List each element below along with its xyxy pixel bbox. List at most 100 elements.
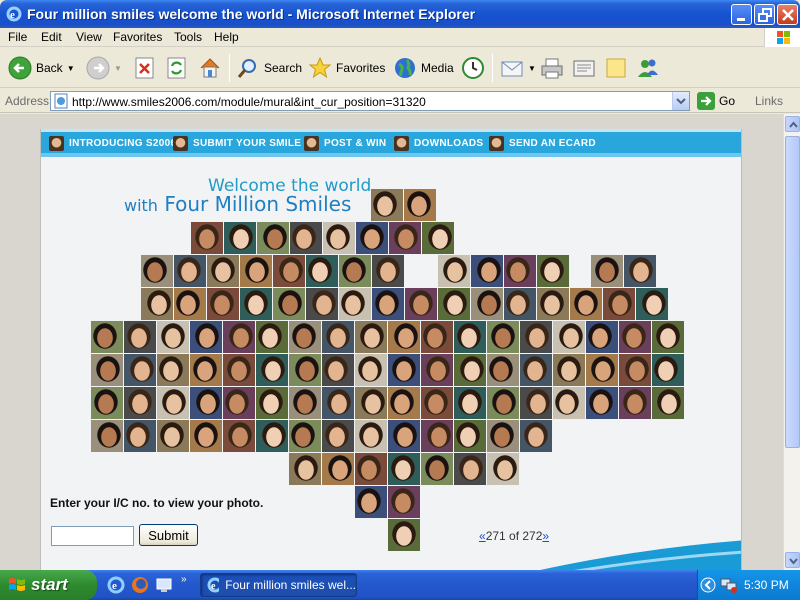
- mural-photo[interactable]: [207, 288, 239, 320]
- mural-photo[interactable]: [223, 321, 255, 353]
- mural-photo[interactable]: [141, 288, 173, 320]
- nav-submit-smile[interactable]: SUBMIT YOUR SMILE: [173, 135, 301, 152]
- stop-button[interactable]: [134, 54, 156, 82]
- mural-photo[interactable]: [553, 387, 585, 419]
- mural-photo[interactable]: [553, 354, 585, 386]
- history-button[interactable]: [461, 54, 485, 82]
- favorites-button[interactable]: Favorites: [308, 54, 385, 82]
- mural-photo[interactable]: [603, 288, 635, 320]
- back-dropdown-icon[interactable]: ▼: [67, 64, 75, 73]
- nav-introducing[interactable]: INTRODUCING S2006: [49, 135, 176, 152]
- mural-photo[interactable]: [223, 354, 255, 386]
- mural-photo[interactable]: [224, 222, 256, 254]
- restore-button[interactable]: [754, 4, 775, 25]
- menu-edit[interactable]: Edit: [41, 30, 62, 44]
- mural-photo[interactable]: [256, 354, 288, 386]
- network-tray-icon[interactable]: [720, 577, 738, 593]
- firefox-quicklaunch-icon[interactable]: [131, 576, 149, 594]
- scroll-thumb[interactable]: [785, 136, 800, 448]
- refresh-button[interactable]: [166, 54, 188, 82]
- pager-prev-link[interactable]: «: [479, 529, 486, 543]
- mural-photo[interactable]: [174, 288, 206, 320]
- mural-photo[interactable]: [339, 255, 371, 287]
- mural-photo[interactable]: [652, 321, 684, 353]
- mural-photo[interactable]: [487, 453, 519, 485]
- mural-photo[interactable]: [421, 321, 453, 353]
- mural-photo[interactable]: [454, 453, 486, 485]
- go-button[interactable]: Go: [697, 92, 735, 110]
- mural-photo[interactable]: [586, 354, 618, 386]
- mural-photo[interactable]: [404, 189, 436, 221]
- menu-file[interactable]: File: [8, 30, 27, 44]
- pager-next-link[interactable]: »: [542, 529, 549, 543]
- minimize-button[interactable]: [731, 4, 752, 25]
- mural-photo[interactable]: [273, 288, 305, 320]
- mural-photo[interactable]: [256, 420, 288, 452]
- mural-photo[interactable]: [388, 321, 420, 353]
- mural-photo[interactable]: [388, 486, 420, 518]
- mural-photo[interactable]: [619, 321, 651, 353]
- back-button[interactable]: Back ▼: [8, 54, 75, 82]
- mural-photo[interactable]: [421, 420, 453, 452]
- mural-photo[interactable]: [124, 387, 156, 419]
- mural-photo[interactable]: [624, 255, 656, 287]
- close-button[interactable]: [777, 4, 798, 25]
- ie-quicklaunch-icon[interactable]: e: [107, 576, 125, 594]
- mural-photo[interactable]: [504, 255, 536, 287]
- mural-photo[interactable]: [372, 255, 404, 287]
- mural-photo[interactable]: [619, 387, 651, 419]
- mural-photo[interactable]: [322, 453, 354, 485]
- mural-photo[interactable]: [322, 387, 354, 419]
- mural-photo[interactable]: [520, 354, 552, 386]
- discuss-button[interactable]: [604, 54, 628, 82]
- mural-photo[interactable]: [124, 321, 156, 353]
- menu-help[interactable]: Help: [214, 30, 239, 44]
- forward-dropdown-icon[interactable]: ▼: [114, 64, 122, 73]
- mural-photo[interactable]: [157, 387, 189, 419]
- submit-button[interactable]: Submit: [139, 524, 198, 546]
- mural-photo[interactable]: [157, 420, 189, 452]
- mural-photo[interactable]: [91, 354, 123, 386]
- address-dropdown[interactable]: [672, 92, 689, 110]
- mural-photo[interactable]: [421, 387, 453, 419]
- search-button[interactable]: Search: [236, 54, 302, 82]
- mural-photo[interactable]: [356, 222, 388, 254]
- mural-photo[interactable]: [322, 321, 354, 353]
- mural-photo[interactable]: [355, 387, 387, 419]
- mural-photo[interactable]: [306, 288, 338, 320]
- tray-collapse-icon[interactable]: [700, 577, 716, 593]
- mural-photo[interactable]: [273, 255, 305, 287]
- mural-photo[interactable]: [537, 255, 569, 287]
- mural-photo[interactable]: [454, 354, 486, 386]
- home-button[interactable]: [198, 54, 222, 82]
- mural-photo[interactable]: [91, 387, 123, 419]
- mural-photo[interactable]: [289, 387, 321, 419]
- mural-photo[interactable]: [504, 288, 536, 320]
- mural-photo[interactable]: [652, 354, 684, 386]
- mural-photo[interactable]: [306, 255, 338, 287]
- nav-send-ecard[interactable]: SEND AN ECARD: [489, 135, 596, 152]
- mural-photo[interactable]: [289, 453, 321, 485]
- address-input[interactable]: http://www.smiles2006.com/module/mural&i…: [50, 91, 690, 111]
- mural-photo[interactable]: [141, 255, 173, 287]
- mural-photo[interactable]: [471, 288, 503, 320]
- mural-photo[interactable]: [355, 354, 387, 386]
- mural-photo[interactable]: [388, 387, 420, 419]
- mural-photo[interactable]: [289, 420, 321, 452]
- mural-photo[interactable]: [636, 288, 668, 320]
- mural-photo[interactable]: [421, 354, 453, 386]
- desktop-quicklaunch-icon[interactable]: [155, 576, 173, 594]
- messenger-button[interactable]: [636, 54, 660, 82]
- mural-photo[interactable]: [355, 420, 387, 452]
- mural-photo[interactable]: [207, 255, 239, 287]
- mural-photo[interactable]: [520, 420, 552, 452]
- mural-photo[interactable]: [619, 354, 651, 386]
- mural-photo[interactable]: [537, 288, 569, 320]
- mural-photo[interactable]: [487, 420, 519, 452]
- mural-photo[interactable]: [586, 387, 618, 419]
- edit-button[interactable]: [572, 54, 596, 82]
- mural-photo[interactable]: [223, 420, 255, 452]
- mural-photo[interactable]: [257, 222, 289, 254]
- mural-photo[interactable]: [405, 288, 437, 320]
- mural-photo[interactable]: [520, 387, 552, 419]
